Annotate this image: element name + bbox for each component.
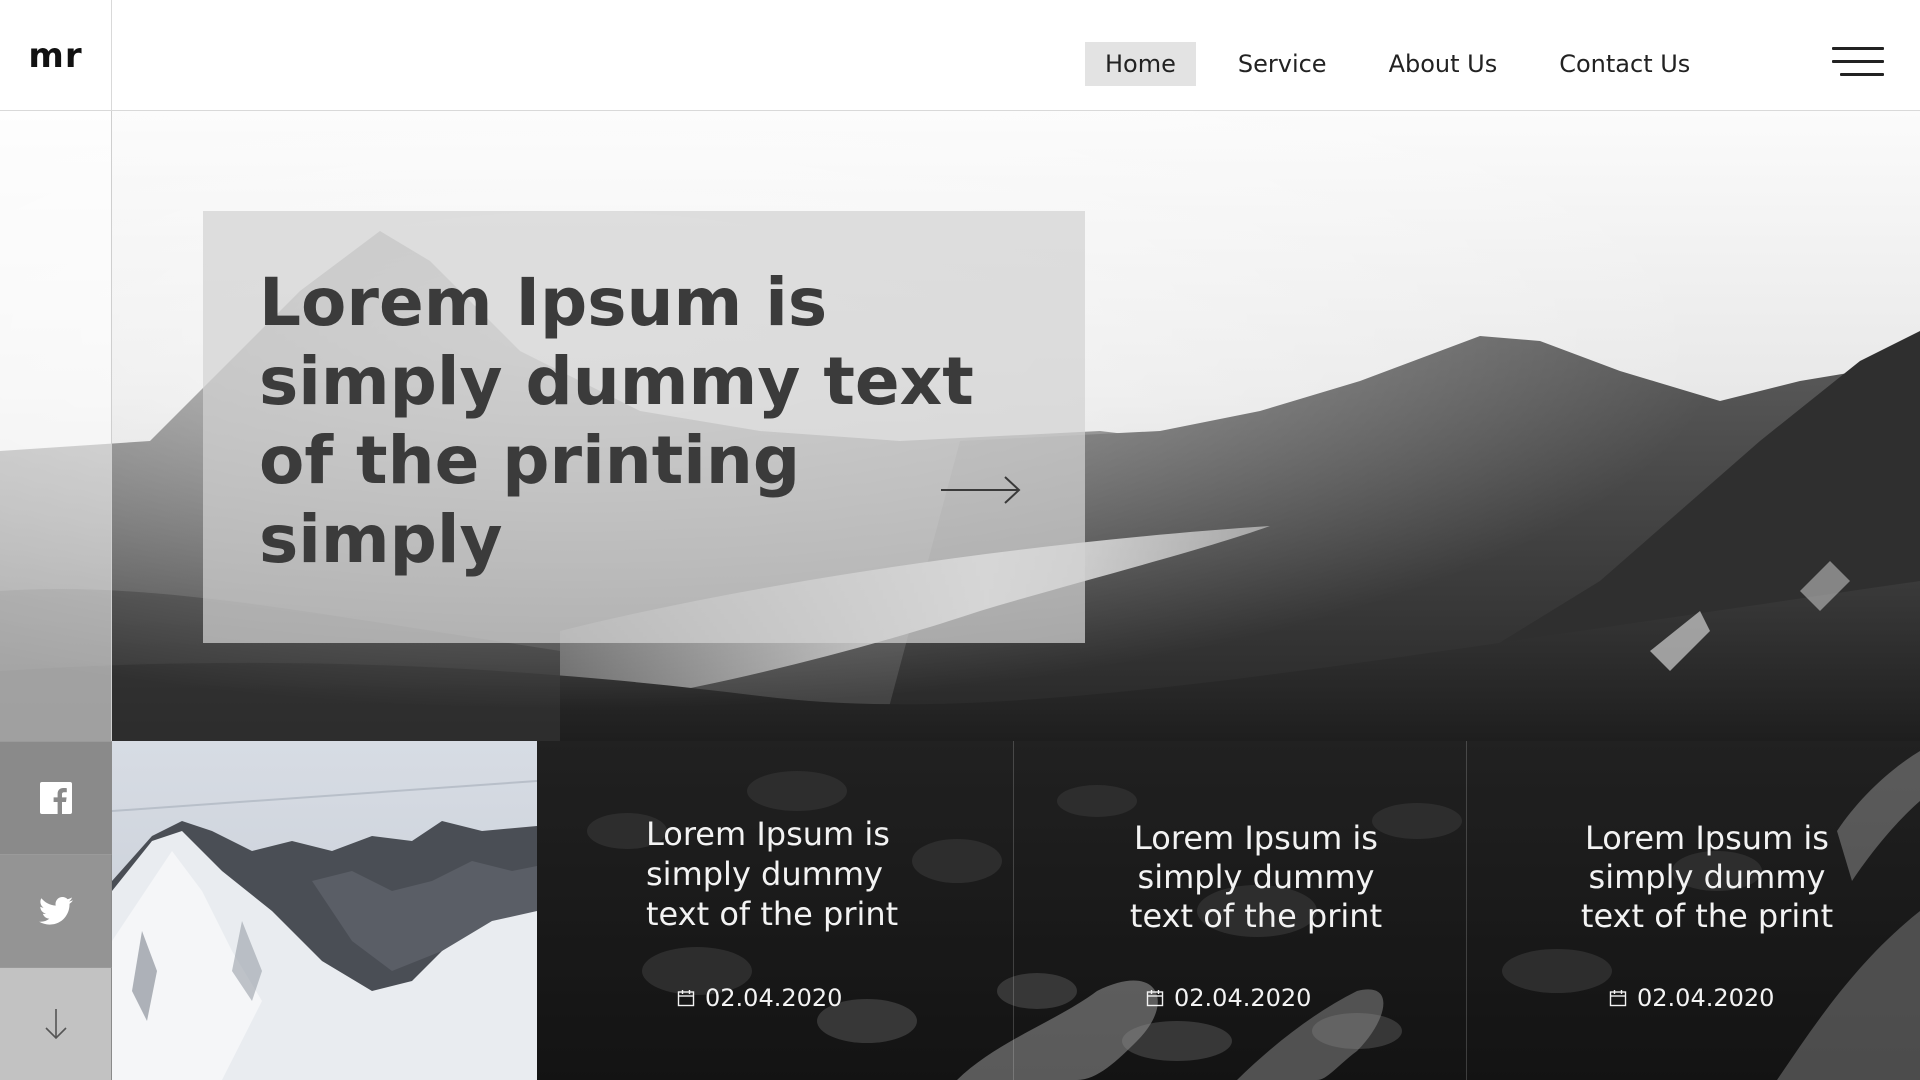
card-text: Lorem Ipsum is simply dummy text of the … — [646, 815, 899, 933]
scroll-down-button[interactable] — [0, 967, 112, 1080]
nav-about-us[interactable]: About Us — [1369, 42, 1518, 86]
card-text: Lorem Ipsum is simply dummy text of the … — [1580, 819, 1834, 935]
cards-strip: Lorem Ipsum is simply dummy text of the … — [537, 741, 1920, 1080]
hero-card: Lorem Ipsum is simply dummy text of the … — [203, 211, 1085, 643]
logo[interactable]: mr — [28, 36, 82, 76]
card-1[interactable]: Lorem Ipsum is simply dummy text of the … — [537, 741, 1013, 1080]
card-3[interactable]: Lorem Ipsum is simply dummy text of the … — [1466, 741, 1920, 1080]
twitter-button[interactable] — [0, 854, 112, 967]
calendar-icon — [1609, 990, 1627, 1007]
arrow-down-icon — [44, 1009, 67, 1040]
logo-box[interactable]: mr — [0, 0, 112, 111]
card-date: 02.04.2020 — [1609, 984, 1774, 1012]
hero-section: Lorem Ipsum is simply dummy text of the … — [0, 111, 1920, 741]
card-date: 02.04.2020 — [1146, 984, 1311, 1012]
card-2[interactable]: Lorem Ipsum is simply dummy text of the … — [1013, 741, 1466, 1080]
card-date: 02.04.2020 — [677, 984, 842, 1012]
hero-side-strip — [0, 111, 112, 741]
hero-title: Lorem Ipsum is simply dummy text of the … — [259, 264, 974, 578]
social-bar — [0, 741, 112, 1080]
nav-home[interactable]: Home — [1085, 42, 1196, 86]
card-text: Lorem Ipsum is simply dummy text of the … — [1129, 819, 1383, 935]
hamburger-icon[interactable] — [1832, 47, 1884, 79]
card-date-text: 02.04.2020 — [705, 984, 843, 1012]
site-header: mr Home Service About Us Contact Us — [0, 0, 1920, 111]
snowy-mountain-image — [112, 741, 537, 1080]
card-date-text: 02.04.2020 — [1637, 984, 1775, 1012]
main-nav: Home Service About Us Contact Us — [1085, 42, 1732, 86]
nav-service[interactable]: Service — [1218, 42, 1347, 86]
facebook-button[interactable] — [0, 741, 112, 854]
twitter-icon — [38, 897, 73, 925]
calendar-icon — [677, 990, 695, 1007]
bottom-row: Lorem Ipsum is simply dummy text of the … — [0, 741, 1920, 1080]
arrow-right-icon[interactable] — [939, 473, 1023, 507]
nav-contact-us[interactable]: Contact Us — [1539, 42, 1710, 86]
card-date-text: 02.04.2020 — [1174, 984, 1312, 1012]
facebook-icon — [39, 782, 72, 814]
calendar-icon — [1146, 990, 1164, 1007]
